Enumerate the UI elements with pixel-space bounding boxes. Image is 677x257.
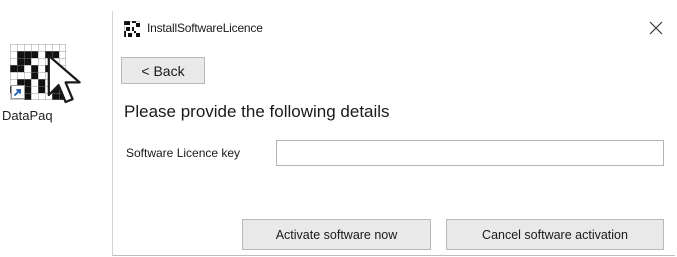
shortcut-arrow-icon (11, 85, 25, 99)
dialog-heading: Please provide the following details (124, 102, 390, 121)
licence-key-label: Software Licence key (126, 146, 241, 160)
datapaq-small-icon (124, 21, 140, 37)
licence-key-input[interactable] (276, 140, 664, 166)
install-licence-dialog: InstallSoftwareLicence < Back Please pro… (112, 11, 675, 256)
dialog-titlebar[interactable]: InstallSoftwareLicence (113, 11, 675, 45)
cancel-activation-button[interactable]: Cancel software activation (446, 219, 664, 250)
close-button[interactable] (643, 15, 669, 41)
screen: DataPaq InstallSoftwareLicence < Back Pl… (0, 0, 677, 257)
back-button[interactable]: < Back (121, 57, 205, 84)
desktop-icon-label: DataPaq (2, 108, 53, 123)
close-icon (649, 21, 663, 35)
desktop-shortcut-datapaq[interactable]: DataPaq (2, 44, 102, 134)
pointer-cursor-icon (47, 54, 81, 104)
activate-software-button[interactable]: Activate software now (242, 219, 431, 250)
dialog-title: InstallSoftwareLicence (147, 21, 263, 35)
